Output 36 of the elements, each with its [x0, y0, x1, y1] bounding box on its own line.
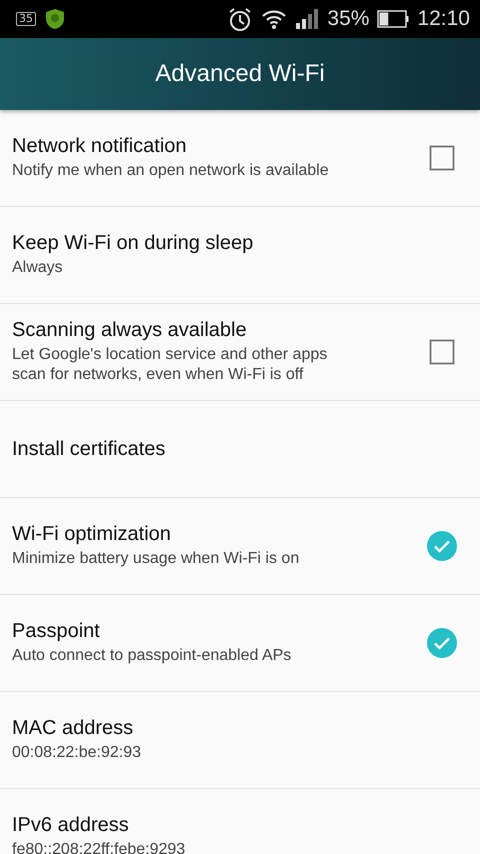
setting-title: Wi-Fi optimization [12, 523, 172, 546]
setting-summary: Minimize battery usage when Wi-Fi is on [12, 549, 300, 569]
settings-item[interactable]: Network notification Notify me when an open network is available [0, 110, 480, 207]
settings-item[interactable]: IPv6 address fe80::208:22ff:febe:9293 [0, 789, 480, 854]
battery-icon [377, 10, 410, 28]
checkbox[interactable] [429, 339, 455, 365]
wifi-icon [261, 8, 288, 30]
battery-percent: 35% [327, 7, 370, 31]
settings-item[interactable]: Wi-Fi optimization Minimize battery usage when Wi-Fi is on [0, 498, 480, 595]
settings-item[interactable]: Install certificates [0, 401, 480, 498]
setting-title: Scanning always available [12, 319, 248, 342]
setting-title: Install certificates [12, 438, 166, 460]
settings-item[interactable]: Keep Wi-Fi on during sleep Always [0, 207, 480, 304]
setting-title: Network notification [12, 135, 188, 158]
setting-title: Passpoint [12, 620, 101, 643]
setting-summary: Auto connect to passpoint-enabled APs [12, 646, 292, 666]
settings-item[interactable]: Passpoint Auto connect to passpoint-enabled APs [0, 595, 480, 692]
checkbox[interactable] [429, 145, 455, 171]
shield-icon [44, 8, 66, 30]
clock-time: 12:10 [417, 7, 470, 31]
setting-summary: Let Google's location service and other apps scan for networks, even when Wi-Fi is off [12, 345, 328, 385]
setting-summary: 00:08:22:be:92:93 [12, 743, 142, 763]
setting-summary: Notify me when an open network is available [12, 161, 330, 181]
signal-icon [295, 8, 320, 30]
setting-title: Keep Wi-Fi on during sleep [12, 232, 254, 255]
setting-title: IPv6 address [12, 814, 130, 837]
setting-summary: Always [12, 258, 64, 278]
screen-title: Advanced Wi-Fi [155, 60, 325, 88]
alarm-icon [227, 6, 254, 32]
settings-item[interactable]: Scanning always available Let Google's location service and other apps scan for networks, even when Wi-Fi is off [0, 304, 480, 401]
setting-title: MAC address [12, 717, 134, 740]
checked-checkbox[interactable] [426, 627, 458, 659]
notification-badge: 35 [16, 12, 36, 26]
settings-item[interactable]: MAC address 00:08:22:be:92:93 [0, 692, 480, 789]
checked-checkbox[interactable] [426, 530, 458, 562]
setting-summary: fe80::208:22ff:febe:9293 [12, 840, 186, 854]
